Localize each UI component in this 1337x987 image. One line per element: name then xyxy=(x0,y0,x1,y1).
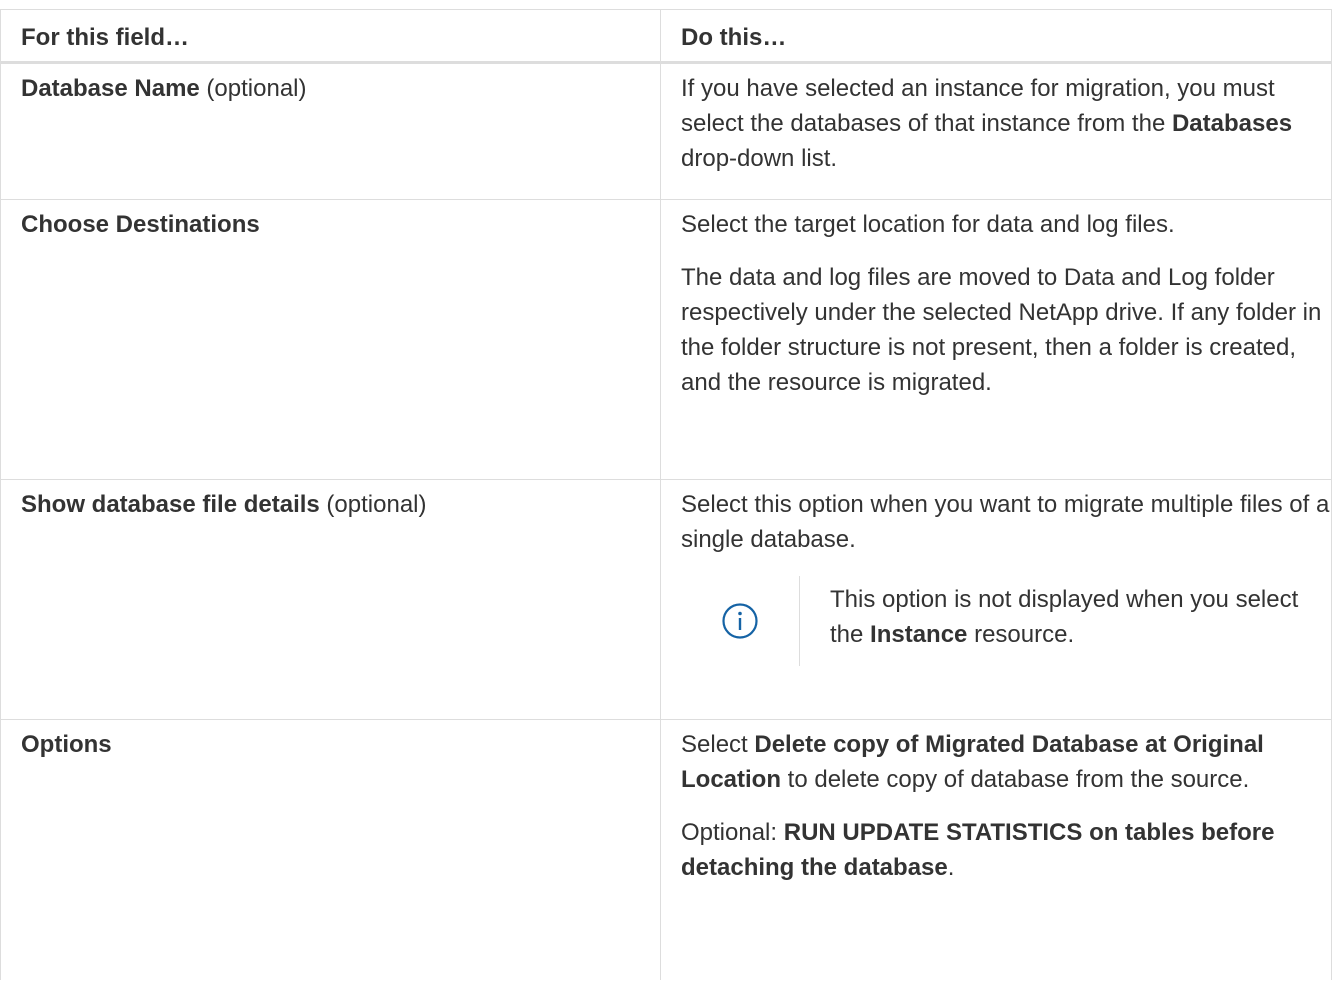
table-header-row: For this field… Do this… xyxy=(0,9,1332,64)
description-paragraph: Optional: RUN UPDATE STATISTICS on table… xyxy=(681,815,1331,885)
table-row: Database Name (optional) If you have sel… xyxy=(0,62,1332,200)
text-run: Optional: xyxy=(681,819,784,846)
field-name: Database Name xyxy=(21,75,200,102)
text-run: drop-down list. xyxy=(681,145,838,172)
field-name: Choose Destinations xyxy=(21,211,260,238)
table-row: Choose Destinations Select the target lo… xyxy=(0,199,1332,480)
field-name: Options xyxy=(21,731,112,758)
field-instructions-table: For this field… Do this… Database Name (… xyxy=(0,9,1332,980)
table-row: Show database file details (optional) Se… xyxy=(0,479,1332,720)
description-paragraph: Select Delete copy of Migrated Database … xyxy=(681,727,1331,797)
header-action: Do this… xyxy=(660,9,1332,64)
description-paragraph: The data and log files are moved to Data… xyxy=(681,264,1322,396)
table-row: Options Select Delete copy of Migrated D… xyxy=(0,719,1332,980)
field-name: Show database file details xyxy=(21,491,320,518)
description-paragraph: Select this option when you want to migr… xyxy=(681,491,1330,553)
field-cell: Options xyxy=(0,719,661,980)
header-field: For this field… xyxy=(0,9,661,64)
description-paragraph: Select the target location for data and … xyxy=(681,211,1175,238)
text-run: to delete copy of database from the sour… xyxy=(781,766,1250,793)
note-callout: This option is not displayed when you se… xyxy=(681,576,1331,666)
description-cell: Select this option when you want to migr… xyxy=(660,479,1332,720)
field-cell: Show database file details (optional) xyxy=(0,479,661,720)
field-cell: Choose Destinations xyxy=(0,199,661,480)
field-cell: Database Name (optional) xyxy=(0,62,661,200)
description-cell: If you have selected an instance for mig… xyxy=(660,62,1332,200)
description-paragraph: If you have selected an instance for mig… xyxy=(681,71,1331,176)
ui-term: Databases xyxy=(1171,110,1293,137)
ui-term: Instance xyxy=(870,621,968,648)
note-text: This option is not displayed when you se… xyxy=(800,576,1331,666)
text-run: Select xyxy=(681,731,755,758)
field-qualifier: (optional) xyxy=(319,491,427,518)
field-qualifier: (optional) xyxy=(199,75,307,102)
description-cell: Select the target location for data and … xyxy=(660,199,1332,480)
note-icon-cell xyxy=(681,576,800,666)
text-run: . xyxy=(947,854,955,881)
description-cell: Select Delete copy of Migrated Database … xyxy=(660,719,1332,980)
text-run: resource. xyxy=(967,621,1075,648)
info-circle-icon xyxy=(722,603,758,639)
